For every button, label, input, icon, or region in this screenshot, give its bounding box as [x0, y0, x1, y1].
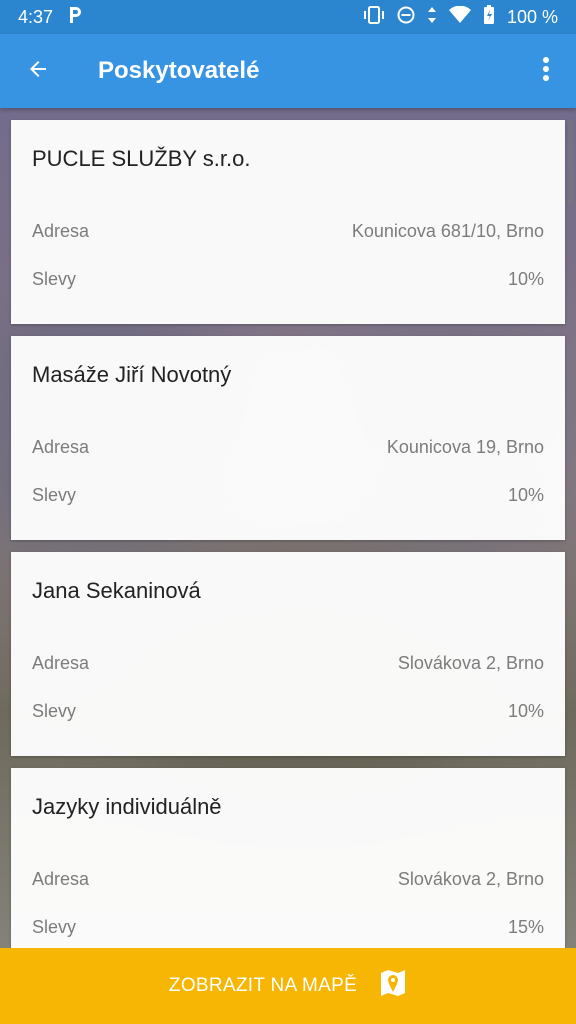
provider-name: Jazyky individuálně: [32, 794, 222, 819]
provider-card[interactable]: Jazyky individuálně Adresa Slovákova 2, …: [11, 768, 565, 948]
address-label: Adresa: [32, 869, 90, 889]
battery-percent: 100 %: [506, 6, 558, 27]
discount-value: 10%: [507, 701, 544, 721]
wifi-icon: [448, 5, 471, 29]
address-row: Adresa Kounicova 19, Brno: [32, 437, 544, 458]
arrow-back-icon: [26, 57, 50, 86]
provider-list[interactable]: PUCLE SLUŽBY s.r.o. Adresa Kounicova 681…: [0, 108, 576, 948]
discount-value: 10%: [507, 485, 544, 505]
more-vert-icon: [542, 56, 550, 87]
discount-label: Slevy: [32, 269, 77, 289]
provider-name: PUCLE SLUŽBY s.r.o.: [32, 146, 251, 171]
discount-row: Slevy 10%: [32, 269, 544, 290]
address-row: Adresa Kounicova 681/10, Brno: [32, 221, 544, 242]
provider-name: Jana Sekaninová: [32, 578, 201, 603]
address-label: Adresa: [32, 221, 90, 241]
discount-row: Slevy 10%: [32, 701, 544, 722]
provider-card[interactable]: Masáže Jiří Novotný Adresa Kounicova 19,…: [11, 336, 565, 540]
discount-row: Slevy 10%: [32, 485, 544, 506]
provider-name: Masáže Jiří Novotný: [32, 362, 232, 387]
address-label: Adresa: [32, 437, 90, 457]
address-label: Adresa: [32, 653, 90, 673]
show-on-map-button[interactable]: ZOBRAZIT NA MAPĚ: [0, 948, 576, 1024]
parking-icon: [67, 5, 83, 30]
data-icon: [427, 6, 437, 29]
page-title: Poskytovatelé: [98, 57, 260, 84]
discount-label: Slevy: [32, 701, 77, 721]
dnd-icon: [397, 6, 415, 29]
battery-icon: [483, 4, 495, 30]
address-value: Kounicova 19, Brno: [386, 437, 544, 457]
app-bar: Poskytovatelé: [0, 34, 576, 108]
more-options-button[interactable]: [516, 34, 576, 108]
status-bar: 4:37 100 %: [0, 0, 576, 34]
map-marker-icon: [379, 968, 407, 1004]
address-value: Kounicova 681/10, Brno: [351, 221, 544, 241]
back-button[interactable]: [0, 34, 76, 108]
show-on-map-label: ZOBRAZIT NA MAPĚ: [168, 975, 358, 996]
address-value: Slovákova 2, Brno: [397, 653, 544, 673]
discount-value: 10%: [507, 269, 544, 289]
discount-label: Slevy: [32, 485, 77, 505]
scrollbar[interactable]: [568, 120, 573, 205]
provider-card[interactable]: Jana Sekaninová Adresa Slovákova 2, Brno…: [11, 552, 565, 756]
vibrate-icon: [363, 5, 385, 29]
discount-label: Slevy: [32, 917, 77, 937]
discount-row: Slevy 15%: [32, 917, 544, 938]
provider-card[interactable]: PUCLE SLUŽBY s.r.o. Adresa Kounicova 681…: [11, 120, 565, 324]
address-row: Adresa Slovákova 2, Brno: [32, 653, 544, 674]
status-time: 4:37: [18, 6, 54, 27]
discount-value: 15%: [507, 917, 544, 937]
address-value: Slovákova 2, Brno: [397, 869, 544, 889]
address-row: Adresa Slovákova 2, Brno: [32, 869, 544, 890]
